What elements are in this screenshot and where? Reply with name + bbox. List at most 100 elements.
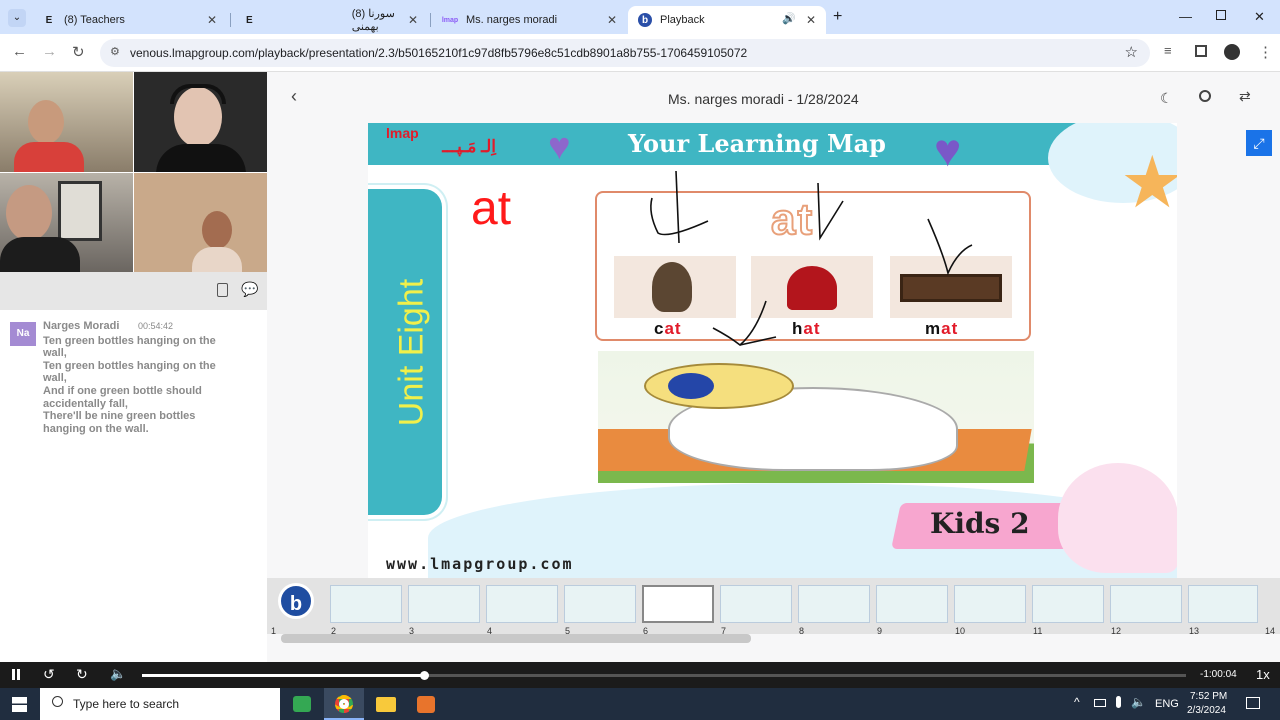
forward-icon[interactable]: ↻ [76, 666, 88, 683]
address-bar[interactable]: ⚙ venous.lmapgroup.com/playback/presenta… [100, 39, 1150, 67]
slide-thumbnail[interactable] [798, 585, 870, 623]
slide-thumbnail[interactable] [1110, 585, 1182, 623]
tab-playback[interactable]: b Playback 🔊 ✕ [628, 6, 826, 34]
speaker-icon[interactable]: 🔈 [1131, 695, 1146, 709]
slide-thumbnail[interactable] [408, 585, 480, 623]
input-language[interactable]: ENG [1155, 698, 1179, 710]
windows-start-icon[interactable] [12, 697, 27, 712]
close-tab-icon[interactable]: ✕ [806, 13, 816, 27]
slide-thumbnail-current[interactable] [642, 585, 714, 623]
close-tab-icon[interactable]: ✕ [408, 13, 418, 27]
battery-icon[interactable] [1094, 699, 1106, 707]
tab-audio-icon[interactable]: 🔊 [782, 12, 796, 25]
chat-message-line: wall, [43, 372, 67, 384]
chat-timestamp: 00:54:42 [138, 321, 174, 331]
pause-icon[interactable] [12, 669, 15, 680]
clock-time[interactable]: 7:52 PM [1190, 691, 1227, 702]
chat-avatar: Na [10, 322, 36, 346]
slide-thumbnail[interactable] [330, 585, 402, 623]
webcam-tile-3 [0, 173, 133, 273]
webcam-tile-4 [134, 173, 267, 273]
site-info-icon[interactable]: ⚙ [110, 45, 120, 58]
profile-avatar[interactable] [1224, 44, 1240, 60]
webcam-tile-1 [0, 72, 133, 172]
close-tab-icon[interactable]: ✕ [207, 13, 217, 27]
fullscreen-button[interactable]: ⤢ [1246, 130, 1272, 156]
slide-thumbnail[interactable] [876, 585, 948, 623]
new-tab-plus-icon[interactable]: + [833, 8, 842, 26]
forward-arrow-icon[interactable]: → [42, 43, 57, 60]
notifications-icon[interactable] [1246, 697, 1260, 709]
chat-message-line: hanging on the wall. [43, 423, 149, 435]
swap-layout-icon[interactable]: ⇄ [1239, 88, 1251, 105]
thumbnail-number: 14 [1265, 626, 1276, 636]
dark-mode-icon[interactable]: ☾ [1160, 90, 1173, 107]
chrome-taskbar-button[interactable] [324, 688, 364, 720]
windows-taskbar: Type here to search ^ 🔈 ENG 7:52 PM 2/3/… [0, 688, 1280, 720]
close-tab-icon[interactable]: ✕ [607, 13, 617, 27]
browser-menu-icon[interactable]: ⋮ [1258, 43, 1273, 61]
browser-toolbar: ← → ↻ ⚙ venous.lmapgroup.com/playback/pr… [0, 34, 1280, 72]
slide-thumbnail[interactable] [564, 585, 636, 623]
playback-speed[interactable]: 1x [1256, 667, 1270, 682]
close-window-icon[interactable]: ✕ [1254, 9, 1265, 25]
thumbnail-number: 9 [877, 626, 883, 636]
chat-message-line: Ten green bottles hanging on the [43, 360, 216, 372]
tab-sorena[interactable]: E (8) سورنا بهمنی ✕ [233, 6, 428, 34]
maximize-icon[interactable] [1216, 10, 1226, 20]
search-placeholder: Type here to search [73, 697, 180, 711]
rewind-icon[interactable]: ↺ [43, 666, 55, 683]
back-arrow-icon[interactable]: ← [12, 43, 27, 60]
webcam-person-shirt [14, 142, 84, 172]
back-chevron-icon[interactable]: ‹ [291, 86, 297, 107]
progress-knob[interactable] [420, 671, 429, 680]
left-panel: 💬 Na Narges Moradi 00:54:42 Ten green bo… [0, 72, 267, 662]
chat-message-line: Ten green bottles hanging on the [43, 335, 216, 347]
taskbar-search-box[interactable]: Type here to search [40, 688, 280, 720]
unicorn-illustration [1058, 463, 1177, 573]
reading-list-icon[interactable]: ≡ [1164, 43, 1172, 58]
bookmark-star-icon[interactable]: ☆ [1125, 43, 1138, 61]
slide-thumbnail[interactable] [1032, 585, 1104, 623]
microphone-icon[interactable] [1116, 696, 1121, 708]
slide-thumbnail[interactable] [720, 585, 792, 623]
time-remaining: -1:00:04 [1200, 669, 1237, 680]
thumbnail-number: 10 [955, 626, 966, 636]
chat-toolbar: 💬 [0, 272, 267, 310]
slide-thumbnail[interactable] [486, 585, 558, 623]
annotation-stroke [739, 336, 777, 346]
annotation-stroke [817, 182, 844, 241]
side-panel-icon[interactable] [1195, 45, 1207, 57]
app-orange-icon[interactable] [417, 696, 435, 713]
level-label: Kids 2 [930, 507, 1030, 540]
tray-chevron-icon[interactable]: ^ [1074, 695, 1080, 709]
footer-url: www.lmapgroup.com [386, 555, 574, 573]
wall-frame [58, 181, 102, 241]
chat-message-line: There'll be nine green bottles [43, 410, 196, 422]
volume-icon[interactable]: 🔈 [110, 666, 126, 682]
progress-fill [142, 674, 424, 677]
file-explorer-icon[interactable] [376, 697, 396, 712]
tab-teachers[interactable]: E (8) Teachers ✕ [32, 6, 227, 34]
clock-date[interactable]: 2/3/2024 [1187, 705, 1226, 716]
chat-bubbles-icon[interactable]: 💬 [241, 281, 258, 298]
tab-favicon-lmap-icon: lmap [441, 16, 459, 24]
copy-chat-icon[interactable] [217, 283, 228, 297]
meet-app-icon[interactable] [293, 696, 311, 712]
headphones-icon [170, 84, 226, 104]
slide-thumbnail[interactable] [954, 585, 1026, 623]
thumbnail-number: 1 [271, 626, 277, 636]
search-icon[interactable] [1199, 90, 1211, 102]
thumbnail-number: 13 [1189, 626, 1200, 636]
webcam-person-shirt [192, 247, 242, 273]
playback-controls: ↺ ↻ 🔈 -1:00:04 1x [0, 662, 1280, 688]
tab-search-button[interactable]: ⌄ [8, 9, 26, 27]
slide-thumbnail[interactable] [1188, 585, 1258, 623]
reload-icon[interactable]: ↻ [72, 43, 85, 61]
thumbnail-scrollbar[interactable] [281, 634, 751, 643]
tab-narges[interactable]: lmap Ms. narges moradi ✕ [432, 6, 627, 34]
slide-thumbnail-strip[interactable]: b 1 2 3 4 5 6 7 8 9 10 11 12 13 14 [267, 578, 1280, 636]
annotation-stroke [927, 218, 973, 276]
minimize-icon[interactable]: — [1179, 9, 1192, 24]
chat-message-line: wall, [43, 347, 67, 359]
